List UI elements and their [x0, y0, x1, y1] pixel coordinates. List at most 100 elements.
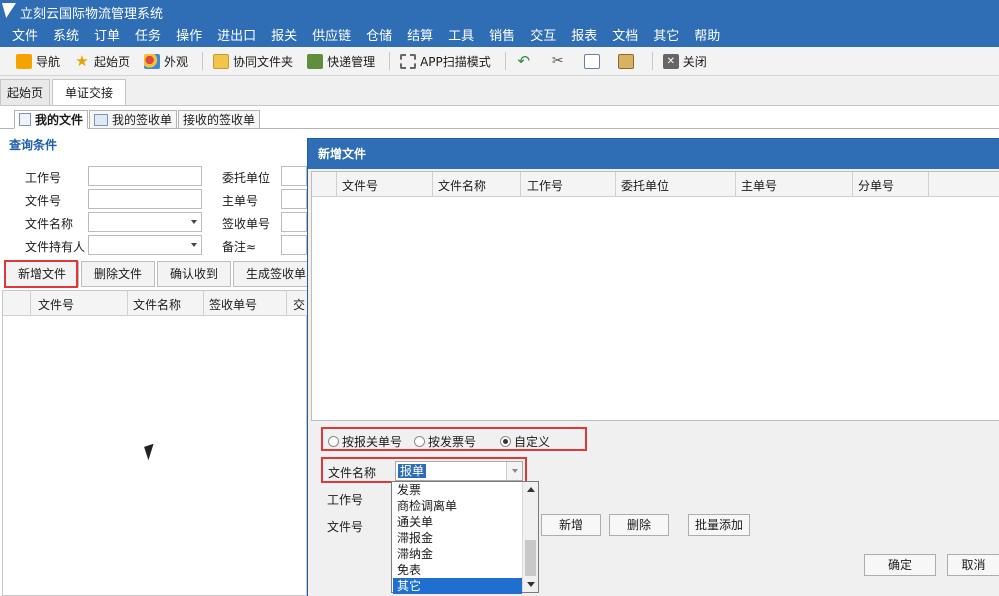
dialog-file-name-select[interactable]: 报单: [395, 461, 523, 481]
menu-documents[interactable]: 文档: [612, 25, 638, 44]
menu-order[interactable]: 订单: [94, 25, 120, 44]
radio-circle: [414, 436, 425, 447]
dropdown-option[interactable]: 滞报金: [393, 530, 522, 546]
dialog-column-client[interactable]: 委托单位: [621, 177, 669, 194]
tab-start-page[interactable]: 起始页: [0, 79, 51, 106]
master-no-input[interactable]: [281, 189, 307, 209]
column-divider: [336, 172, 337, 197]
tab-my-receipts[interactable]: 我的签收单: [89, 110, 178, 129]
file-name-dropdown-list[interactable]: 发票 商检调离单 通关单 滞报金 滞纳金 免表 其它: [391, 481, 539, 594]
appearance-button[interactable]: 外观: [144, 53, 188, 70]
nav-button[interactable]: 导航: [16, 53, 60, 70]
remark-input[interactable]: [281, 235, 307, 255]
dialog-column-house-no[interactable]: 分单号: [858, 177, 894, 194]
dropdown-option[interactable]: 免表: [393, 562, 522, 578]
menu-customs[interactable]: 报关: [271, 25, 297, 44]
menu-bar: 文件 系统 订单 任务 操作 进出口 报关 供应链 仓储 结算 工具 销售 交互…: [0, 22, 999, 47]
app-title: 立刻云国际物流管理系统: [20, 7, 164, 22]
chevron-down-icon[interactable]: [506, 462, 522, 480]
column-divider: [203, 291, 204, 316]
toolbar-divider: [651, 52, 653, 70]
document-icon: [19, 113, 31, 126]
dialog-delete-button[interactable]: 删除: [609, 514, 669, 536]
files-grid[interactable]: 文件号 文件名称 签收单号 交: [2, 290, 308, 596]
tab-my-files[interactable]: 我的文件: [14, 110, 89, 129]
dropdown-option[interactable]: 通关单: [393, 514, 522, 530]
file-name-select[interactable]: [88, 212, 202, 232]
menu-other[interactable]: 其它: [653, 25, 679, 44]
menu-task[interactable]: 任务: [135, 25, 161, 44]
dialog-column-work-no[interactable]: 工作号: [527, 177, 563, 194]
dialog-grid[interactable]: 文件号 文件名称 工作号 委托单位 主单号 分单号: [311, 171, 999, 421]
copy-icon: [583, 53, 600, 69]
dropdown-option[interactable]: 滞纳金: [393, 546, 522, 562]
scroll-up-icon[interactable]: [527, 487, 535, 492]
dialog-column-file-no[interactable]: 文件号: [342, 177, 378, 194]
home-button[interactable]: ★ 起始页: [74, 53, 130, 70]
column-divider: [432, 172, 433, 197]
dropdown-option[interactable]: 发票: [393, 482, 522, 498]
dropdown-option[interactable]: 商检调离单: [393, 498, 522, 514]
menu-warehouse[interactable]: 仓储: [366, 25, 392, 44]
menu-system[interactable]: 系统: [53, 25, 79, 44]
column-divider: [735, 172, 736, 197]
scroll-thumb[interactable]: [525, 540, 536, 576]
courier-icon: [307, 53, 324, 69]
column-receipt-no[interactable]: 签收单号: [209, 296, 257, 313]
work-no-input[interactable]: [88, 166, 202, 186]
ok-button[interactable]: 确定: [864, 554, 936, 576]
title-bar: 立刻云国际物流管理系统: [0, 0, 999, 22]
dialog-column-master-no[interactable]: 主单号: [741, 177, 777, 194]
paste-button[interactable]: [617, 53, 638, 69]
close-icon: ✕: [662, 53, 679, 69]
holder-label: 文件持有人: [25, 240, 86, 254]
receipt-no-input[interactable]: [281, 212, 307, 232]
menu-supply-chain[interactable]: 供应链: [312, 25, 351, 44]
confirm-received-button[interactable]: 确认收到: [157, 261, 232, 287]
chevron-down-icon: [191, 243, 197, 247]
grid-header: 文件号 文件名称 签收单号 交: [3, 291, 308, 316]
menu-import-export[interactable]: 进出口: [217, 25, 256, 44]
scan-mode-button[interactable]: APP扫描模式: [400, 53, 491, 70]
dropdown-scrollbar[interactable]: [522, 482, 538, 592]
courier-button[interactable]: 快递管理: [307, 53, 375, 70]
dropdown-option-selected[interactable]: 其它: [393, 578, 522, 594]
close-button[interactable]: ✕ 关闭: [662, 53, 707, 70]
copy-button[interactable]: [583, 53, 604, 69]
column-handover[interactable]: 交: [293, 296, 305, 313]
shared-folder-button[interactable]: 协同文件夹: [213, 53, 293, 70]
dialog-column-file-name[interactable]: 文件名称: [438, 177, 486, 194]
menu-interaction[interactable]: 交互: [530, 25, 556, 44]
highlight-add-file: [4, 260, 78, 288]
toolbar-divider: [389, 52, 391, 70]
column-file-name[interactable]: 文件名称: [133, 296, 181, 313]
paste-icon: [617, 53, 634, 69]
tab-received-receipts[interactable]: 接收的签收单: [178, 110, 261, 129]
menu-settlement[interactable]: 结算: [407, 25, 433, 44]
undo-button[interactable]: ↶: [516, 53, 536, 69]
radio-custom[interactable]: 自定义: [500, 433, 550, 450]
menu-tools[interactable]: 工具: [448, 25, 474, 44]
tab-document-handover[interactable]: 单证交接: [52, 79, 127, 106]
column-file-no[interactable]: 文件号: [38, 296, 74, 313]
app-logo-icon: [2, 3, 16, 18]
menu-file[interactable]: 文件: [12, 25, 38, 44]
sub-tabs: 我的文件 我的签收单 接收的签收单: [14, 110, 261, 129]
cancel-button[interactable]: 取消: [947, 554, 999, 576]
cut-button[interactable]: ✂: [550, 53, 570, 69]
dialog-add-button[interactable]: 新增: [541, 514, 601, 536]
delete-file-button[interactable]: 删除文件: [81, 261, 156, 287]
menu-operation[interactable]: 操作: [176, 25, 202, 44]
star-icon: ★: [75, 51, 89, 70]
scroll-down-icon[interactable]: [527, 582, 535, 587]
menu-reports[interactable]: 报表: [571, 25, 597, 44]
dialog-file-no-label: 文件号: [327, 520, 364, 534]
menu-sales[interactable]: 销售: [489, 25, 515, 44]
holder-select[interactable]: [88, 235, 202, 255]
client-input[interactable]: [281, 166, 307, 186]
file-no-input[interactable]: [88, 189, 202, 209]
batch-add-button[interactable]: 批量添加: [688, 514, 750, 536]
menu-help[interactable]: 帮助: [694, 25, 720, 44]
radio-by-customs-no[interactable]: 按报关单号: [328, 433, 402, 450]
radio-by-invoice-no[interactable]: 按发票号: [414, 433, 476, 450]
